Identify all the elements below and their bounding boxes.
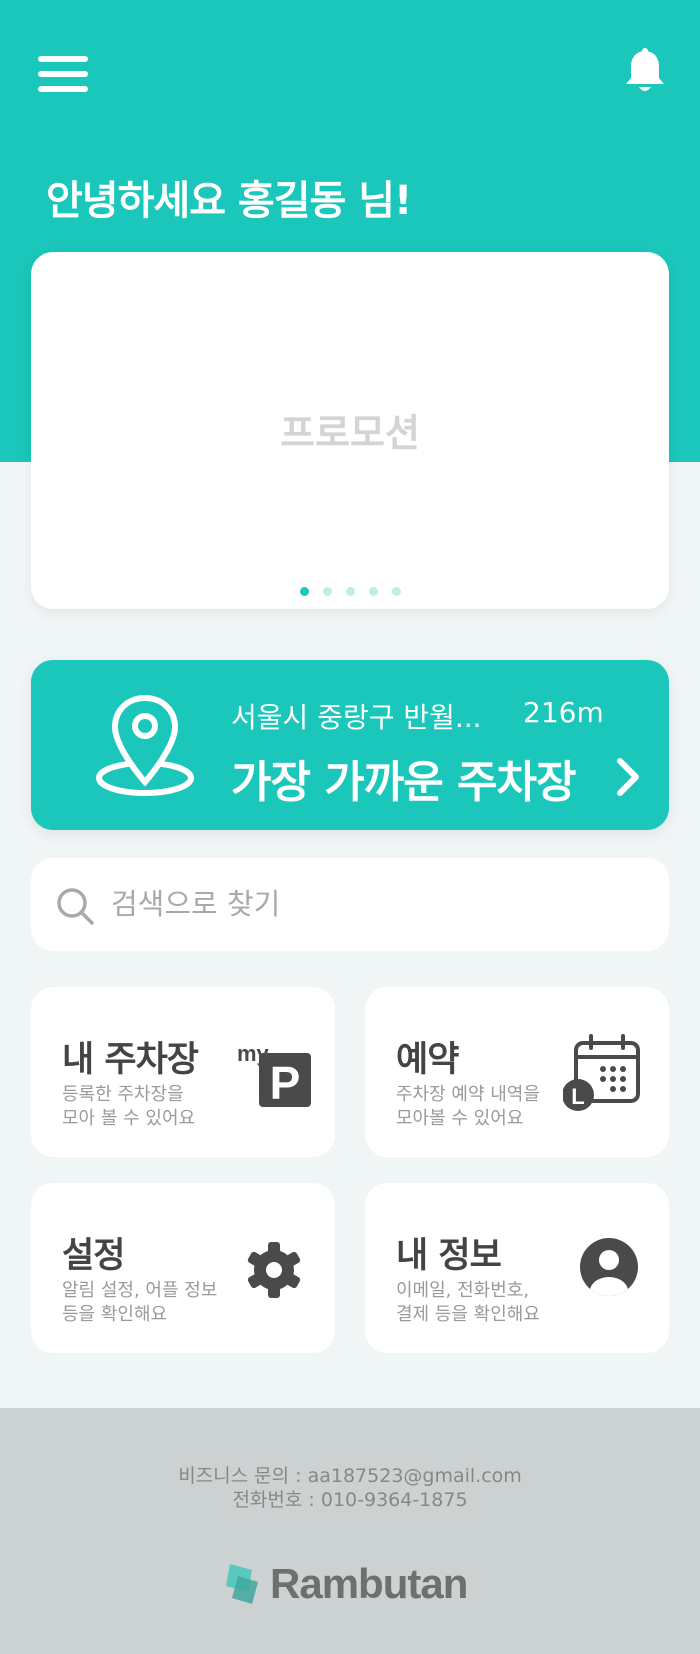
nearest-parking-distance: 216m — [523, 696, 604, 729]
search-icon — [57, 888, 94, 925]
location-pin-icon — [96, 694, 194, 796]
footer-contact: 비즈니스 문의 : aa187523@gmail.com 전화번호 : 010-… — [0, 1464, 700, 1512]
tile-title: 설정 — [62, 1236, 125, 1276]
tile-title: 내 주차장 — [62, 1040, 199, 1080]
rambutan-logo-icon — [226, 1564, 258, 1604]
tile-description: 알림 설정, 어플 정보 등을 확인해요 — [62, 1280, 218, 1325]
carousel-dot[interactable] — [322, 587, 332, 596]
parking-letter: P — [270, 1057, 301, 1107]
hamburger-menu-icon[interactable] — [38, 56, 88, 92]
settings-tile[interactable]: 설정 알림 설정, 어플 정보 등을 확인해요 — [31, 1183, 335, 1353]
carousel-dot[interactable] — [368, 587, 378, 596]
nearest-parking-title: 가장 가까운 주차장 — [231, 757, 576, 808]
brand-logo: Rambutan — [218, 1560, 468, 1608]
search-input[interactable] — [111, 880, 631, 928]
tile-title: 예약 — [396, 1040, 459, 1080]
my-parking-tile[interactable]: 내 주차장 등록한 주차장을 모아 볼 수 있어요 my P — [31, 987, 335, 1157]
chevron-right-icon — [617, 758, 639, 796]
search-bar[interactable] — [31, 858, 669, 951]
greeting-text: 안녕하세요 홍길동 님! — [46, 178, 412, 224]
promotion-banner[interactable]: 프로모션 — [31, 252, 669, 609]
gear-icon — [247, 1242, 301, 1298]
reservation-tile[interactable]: 예약 주차장 예약 내역을 모아볼 수 있어요 L — [365, 987, 669, 1157]
carousel-dots — [31, 587, 669, 596]
footer: 비즈니스 문의 : aa187523@gmail.com 전화번호 : 010-… — [0, 1408, 700, 1654]
tile-title: 내 정보 — [396, 1236, 502, 1276]
carousel-dot[interactable] — [299, 587, 309, 596]
my-parking-icon: my P — [237, 1041, 311, 1107]
tile-description: 등록한 주차장을 모아 볼 수 있어요 — [62, 1084, 196, 1129]
carousel-dot[interactable] — [391, 587, 401, 596]
user-profile-icon — [580, 1238, 638, 1296]
phone-text: 전화번호 : 010-9364-1875 — [232, 1489, 468, 1511]
top-bar — [0, 0, 700, 140]
my-info-tile[interactable]: 내 정보 이메일, 전화번호, 결제 등을 확인해요 — [365, 1183, 669, 1353]
nearest-parking-address: 서울시 중랑구 반월... — [231, 701, 482, 734]
brand-name: Rambutan — [270, 1560, 468, 1607]
tile-description: 이메일, 전화번호, 결제 등을 확인해요 — [396, 1280, 540, 1325]
calendar-clock-icon: L — [563, 1034, 640, 1111]
clock-letter: L — [571, 1084, 584, 1109]
nearest-parking-button[interactable]: 서울시 중랑구 반월... 216m 가장 가까운 주차장 — [31, 660, 669, 830]
tile-description: 주차장 예약 내역을 모아볼 수 있어요 — [396, 1084, 540, 1129]
business-contact-text: 비즈니스 문의 : aa187523@gmail.com — [178, 1465, 522, 1487]
promotion-title: 프로모션 — [280, 411, 420, 455]
carousel-dot[interactable] — [345, 587, 355, 596]
bell-icon[interactable] — [624, 48, 666, 96]
